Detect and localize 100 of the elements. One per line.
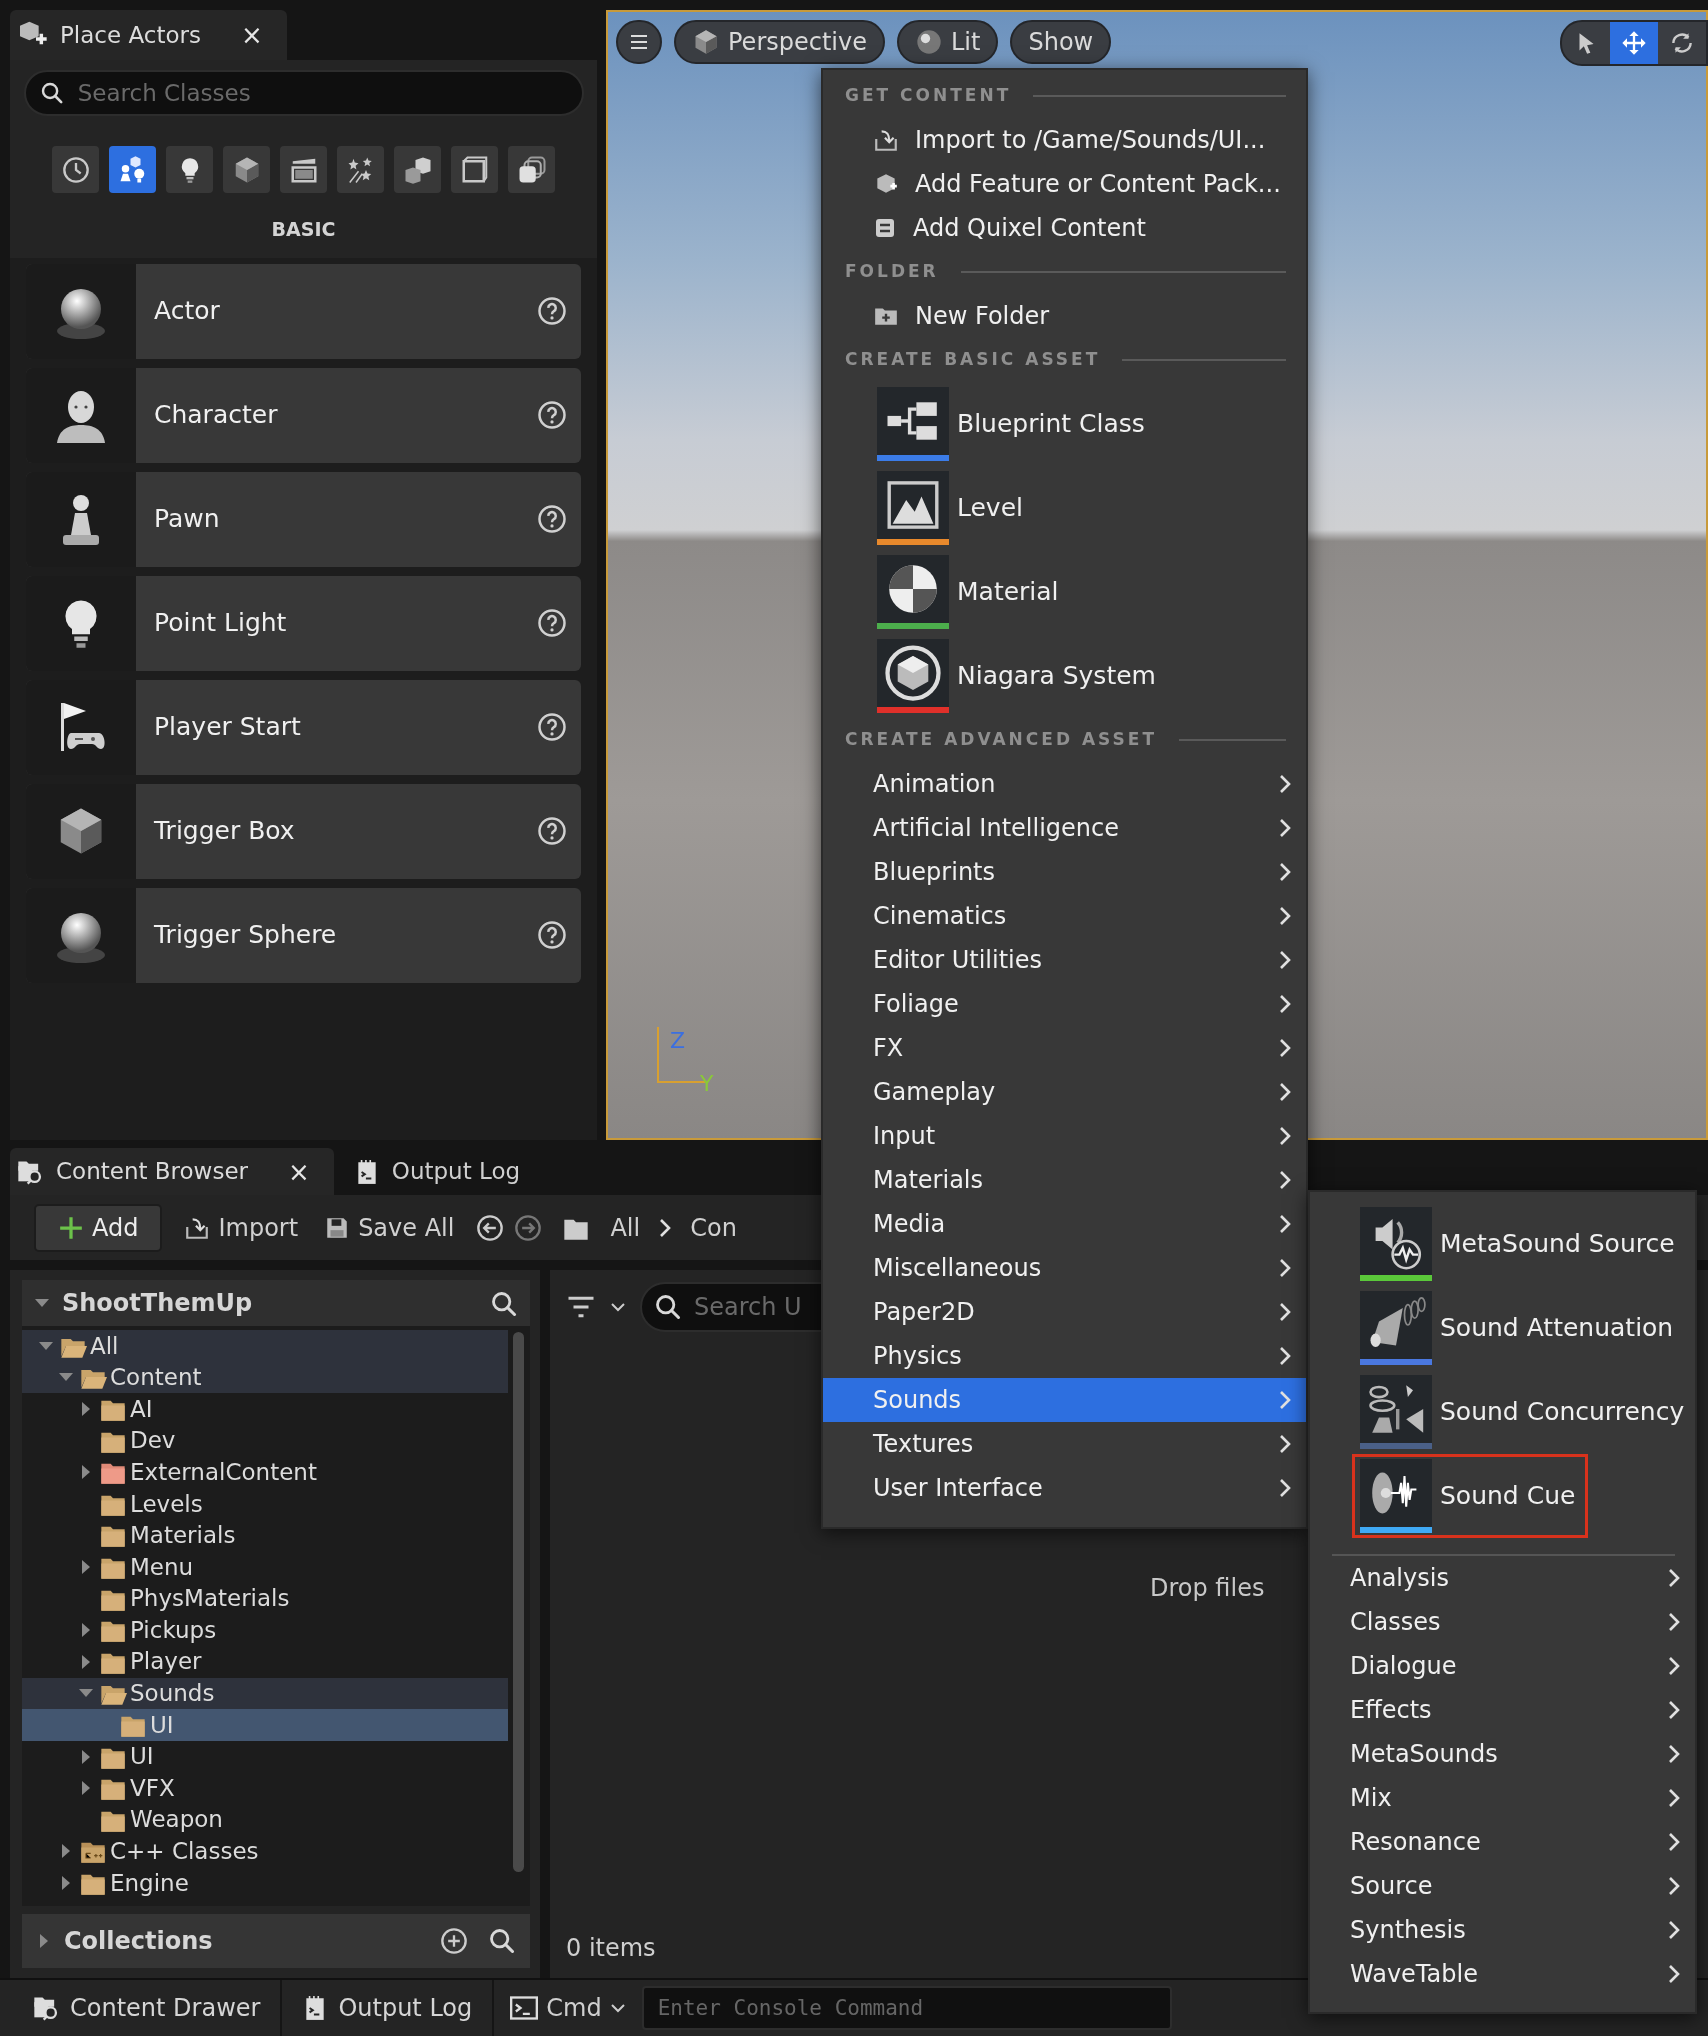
console-mode-button[interactable]: Cmd (506, 1990, 630, 2026)
category-option[interactable]: Artificial Intelligence (823, 806, 1306, 850)
actor-item[interactable]: Trigger Box (26, 783, 581, 879)
category-tab[interactable] (223, 146, 270, 193)
asset-option[interactable]: Blueprint Class (823, 382, 1306, 466)
category-option[interactable]: Media (823, 1202, 1306, 1246)
import-button[interactable]: Import (180, 1209, 303, 1246)
asset-option[interactable]: Sound Attenuation (1310, 1286, 1695, 1370)
drop-hint: Drop files (1150, 1573, 1265, 1604)
folder-tree-item[interactable]: Engine (22, 1867, 508, 1899)
sources-header[interactable]: ShootThemUp (22, 1280, 530, 1326)
folder-tree-item[interactable]: Weapon (22, 1803, 508, 1836)
breadcrumb-link[interactable]: Con (690, 1209, 737, 1246)
folder-tree-item[interactable]: Dev (22, 1424, 508, 1457)
asset-option[interactable]: MetaSound Source (1310, 1202, 1695, 1286)
content-option[interactable]: Import to /Game/Sounds/UI... (823, 118, 1306, 162)
category-option[interactable]: Cinematics (823, 894, 1306, 938)
asset-option[interactable]: Sound Concurrency (1310, 1370, 1695, 1454)
asset-option[interactable]: Sound Cue (1352, 1454, 1588, 1538)
chevron-right-icon (1667, 1699, 1681, 1721)
content-option[interactable]: New Folder (823, 294, 1306, 338)
place-actors-tab[interactable]: Place Actors × (10, 10, 287, 60)
category-option[interactable]: MetaSounds (1310, 1732, 1695, 1776)
category-option[interactable]: Sounds (823, 1378, 1306, 1422)
category-tab[interactable] (337, 146, 384, 193)
category-option[interactable]: Input (823, 1114, 1306, 1158)
search-icon (488, 1927, 516, 1955)
category-tab[interactable] (109, 146, 156, 193)
status-bar-button[interactable]: Output Log (282, 1980, 495, 2036)
category-option[interactable]: Blueprints (823, 850, 1306, 894)
collections-header[interactable]: Collections (22, 1914, 530, 1968)
folder-tree-item[interactable]: UI (22, 1709, 508, 1741)
clock-icon (61, 155, 90, 184)
transform-tool-button[interactable] (1610, 22, 1658, 64)
close-button[interactable]: × (284, 1158, 314, 1185)
category-option[interactable]: Resonance (1310, 1820, 1695, 1864)
actor-item[interactable]: Trigger Sphere (26, 887, 581, 983)
asset-option[interactable]: Level (823, 466, 1306, 550)
folder-tree-item[interactable]: Pickups (22, 1614, 508, 1646)
category-option[interactable]: Editor Utilities (823, 938, 1306, 982)
folder-tree-item[interactable]: ExternalContent (22, 1456, 508, 1488)
add-button[interactable]: Add (34, 1203, 163, 1252)
category-option[interactable]: Analysis (1310, 1556, 1695, 1600)
save-all-button[interactable]: Save All (320, 1209, 459, 1246)
actor-item[interactable]: Character (26, 367, 581, 463)
search-field[interactable]: Search Classes (23, 70, 584, 116)
asset-option[interactable]: Material (823, 550, 1306, 634)
scrollbar[interactable] (513, 1332, 524, 1872)
content-option[interactable]: Add Quixel Content (823, 206, 1306, 250)
status-bar-button[interactable]: Content Drawer (12, 1980, 283, 2036)
content-option[interactable]: Add Feature or Content Pack... (823, 162, 1306, 206)
menu-button[interactable] (616, 20, 662, 64)
category-tab[interactable] (166, 146, 213, 193)
console-input[interactable]: Enter Console Command (641, 1986, 1172, 2030)
folder-tree-item[interactable]: Menu (22, 1551, 508, 1583)
category-option[interactable]: Source (1310, 1864, 1695, 1908)
category-option[interactable]: Physics (823, 1334, 1306, 1378)
category-option[interactable]: FX (823, 1026, 1306, 1070)
search-input[interactable]: Search Classes (75, 74, 568, 112)
viewport-toolbar-button[interactable]: Show (1010, 20, 1112, 64)
folder-tree-item[interactable]: PhysMaterials (22, 1582, 508, 1615)
category-option[interactable]: Foliage (823, 982, 1306, 1026)
viewport-toolbar-button[interactable]: Perspective (674, 20, 885, 64)
folder-tree-item[interactable]: AI (22, 1393, 508, 1425)
category-option[interactable]: WaveTable (1310, 1952, 1695, 1996)
viewport-toolbar-button[interactable]: Lit (897, 20, 999, 64)
actor-item[interactable]: Point Light (26, 575, 581, 671)
folder-tree-item[interactable]: Levels (22, 1487, 508, 1520)
panel-tab[interactable]: Output Log (347, 1148, 541, 1195)
category-option[interactable]: User Interface (823, 1466, 1306, 1510)
search-icon (39, 80, 64, 106)
actor-item[interactable]: Pawn (26, 471, 581, 567)
folder-tree-item[interactable]: Content (22, 1361, 508, 1394)
category-option[interactable]: Synthesis (1310, 1908, 1695, 1952)
category-option[interactable]: Materials (823, 1158, 1306, 1202)
category-option[interactable]: Textures (823, 1422, 1306, 1466)
category-option[interactable]: Effects (1310, 1688, 1695, 1732)
breadcrumb-link[interactable]: All (610, 1209, 641, 1246)
folder-tree-item[interactable]: UI (22, 1740, 508, 1773)
category-option[interactable]: Classes (1310, 1600, 1695, 1644)
folder-tree-item[interactable]: Materials (22, 1519, 508, 1552)
category-tab[interactable] (451, 146, 498, 193)
category-option[interactable]: Mix (1310, 1776, 1695, 1820)
folder-tree-item[interactable]: VFX (22, 1772, 508, 1804)
folder-tree-item[interactable]: All (22, 1330, 508, 1362)
folder-tree-item[interactable]: C++ Classes (22, 1835, 508, 1868)
close-button[interactable]: × (236, 22, 267, 48)
folder-tree-item[interactable]: Sounds (22, 1677, 508, 1710)
panel-tab[interactable]: Content Browser × (10, 1148, 334, 1195)
actor-item[interactable]: Player Start (26, 679, 581, 775)
category-tab[interactable] (52, 146, 99, 193)
category-tab[interactable] (394, 146, 441, 193)
category-tab[interactable] (280, 146, 327, 193)
asset-option[interactable]: Niagara System (823, 634, 1306, 718)
category-option[interactable]: Dialogue (1310, 1644, 1695, 1688)
actor-item[interactable]: Actor (26, 263, 581, 359)
folder-tree-item[interactable]: Player (22, 1645, 508, 1678)
category-option[interactable]: Gameplay (823, 1070, 1306, 1114)
category-tab[interactable] (508, 146, 555, 193)
category-option[interactable]: Animation (823, 762, 1306, 806)
